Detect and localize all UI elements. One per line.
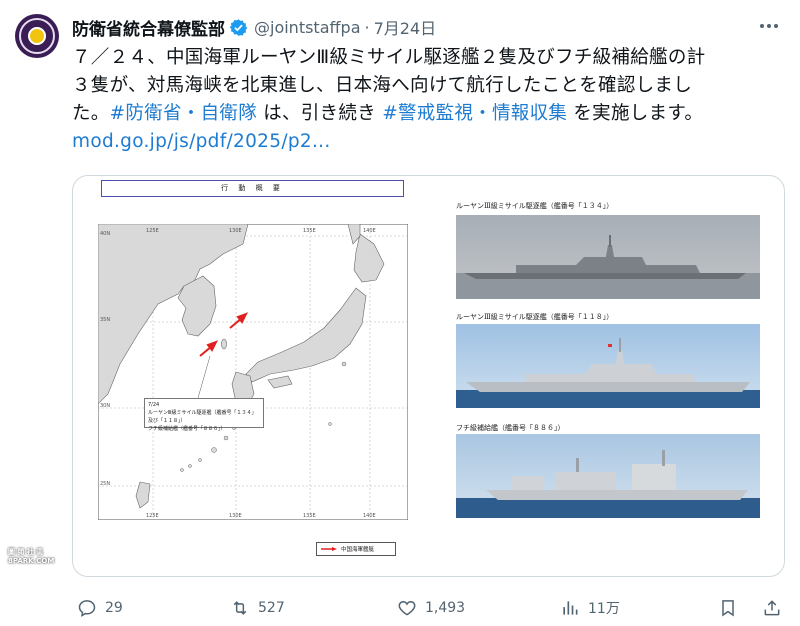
ship-photo-886 — [456, 434, 760, 518]
share-icon — [764, 600, 780, 616]
text-segment: を実施します。 — [567, 103, 704, 124]
display-name[interactable]: 防衛省統合幕僚監部 — [72, 15, 225, 40]
repost-icon — [233, 601, 247, 615]
bookmark-icon — [722, 600, 734, 617]
lat-label-30: 30N — [100, 403, 110, 409]
watermark-line-2: 8PARK.COM — [8, 557, 55, 565]
heart-icon — [398, 600, 416, 616]
emblem-ring — [19, 18, 55, 54]
ship-photo-118 — [456, 324, 760, 408]
emblem-core — [28, 27, 46, 45]
annotation-line-1: ルーヤンⅢ級ミサイル駆逐艦（艦番号「１３４」及び「１１８」） — [148, 410, 257, 424]
photo-caption-886: フチ級補給艦（艦番号「８８６」） — [456, 424, 565, 432]
photo-caption-134: ルーヤンⅢ級ミサイル駆逐艦（艦番号「１３４」） — [456, 202, 614, 210]
lat-label-35: 35N — [100, 317, 110, 323]
lon-label-140: 140E — [363, 228, 376, 234]
media-image[interactable]: 行 動 概 要 125E 130E 135E 140E 40N 35N 30N … — [72, 175, 785, 577]
lon-label-130-bottom: 130E — [229, 513, 242, 519]
views-chart-icon — [563, 601, 578, 615]
watermark-line-1: 圖 閱 社 區 — [8, 548, 44, 556]
photo-caption-118: ルーヤンⅢ級ミサイル駆逐艦（艦番号「１１８」） — [456, 313, 614, 321]
map-annotation: 7/24 ルーヤンⅢ級ミサイル駆逐艦（艦番号「１３４」及び「１１８」） フチ級補… — [144, 398, 264, 432]
like-count: 1,493 — [425, 600, 466, 616]
repost-count: 527 — [258, 600, 285, 616]
route-arrow-icon — [321, 547, 337, 551]
lon-label-130: 130E — [229, 228, 242, 234]
hashtag-surveillance[interactable]: #警戒監視・情報収集 — [382, 103, 567, 124]
text-segment: は、引き続き — [257, 103, 383, 124]
lat-label-25: 25N — [100, 481, 110, 487]
reply-button[interactable]: 29 — [77, 596, 123, 620]
route-map: 125E 130E 135E 140E 40N 35N 30N 25N 125E… — [98, 224, 408, 520]
legend-label: 中国海軍艦艇 — [341, 547, 375, 553]
lon-label-125: 125E — [146, 228, 159, 234]
outline-title: 行 動 概 要 — [101, 180, 404, 197]
bookmark-button[interactable] — [718, 596, 746, 620]
share-button[interactable] — [762, 596, 790, 620]
like-button[interactable]: 1,493 — [397, 596, 465, 620]
verified-badge-icon — [229, 18, 248, 36]
more-options-button[interactable] — [756, 14, 782, 38]
lon-label-135-bottom: 135E — [303, 513, 316, 519]
tweet-header: 防衛省統合幕僚監部 @jointstaffpa · 7月24日 — [72, 15, 437, 40]
reply-count: 29 — [105, 600, 123, 616]
tweet-text: ７／２４、中国海軍ルーヤンⅢ級ミサイル駆逐艦２隻及びフチ級補給艦の計 ３隻が、対… — [72, 44, 772, 156]
handle[interactable]: @jointstaffpa — [254, 18, 361, 37]
more-icon — [760, 24, 778, 28]
lon-label-140-bottom: 140E — [363, 513, 376, 519]
tweet-text-line-2: ３隻が、対馬海峡を北東進し、日本海へ向けて航行したことを確認しまし — [72, 75, 693, 96]
pdf-link[interactable]: mod.go.jp/js/pdf/2025/p2... — [72, 128, 772, 156]
annotation-line-2: フチ級補給艦（艦番号「８８６」） — [148, 426, 226, 432]
text-segment: た。 — [72, 103, 110, 124]
separator-dot: · — [364, 17, 370, 37]
tweet-text-line-1: ７／２４、中国海軍ルーヤンⅢ級ミサイル駆逐艦２隻及びフチ級補給艦の計 — [72, 47, 706, 68]
tweet-text-line-3: た。#防衛省・自衛隊 は、引き続き #警戒監視・情報収集 を実施します。 — [72, 100, 772, 128]
avatar[interactable] — [15, 14, 59, 58]
action-bar: 29 527 1,493 11万 — [72, 596, 785, 620]
map-legend: 中国海軍艦艇 — [316, 542, 396, 556]
views-button[interactable]: 11万 — [560, 596, 620, 620]
ship-photo-134 — [456, 215, 760, 299]
hashtag-jsdf[interactable]: #防衛省・自衛隊 — [110, 103, 257, 124]
reply-icon — [78, 600, 96, 617]
post-date[interactable]: 7月24日 — [374, 15, 437, 39]
views-count: 11万 — [588, 601, 620, 617]
lon-label-135: 135E — [303, 228, 316, 234]
lat-label-40: 40N — [100, 231, 110, 237]
lon-label-125-bottom: 125E — [146, 513, 159, 519]
annotation-date: 7/24 — [148, 402, 160, 408]
repost-button[interactable]: 527 — [230, 596, 285, 620]
watermark: 圖 閱 社 區 8PARK.COM — [8, 548, 70, 566]
